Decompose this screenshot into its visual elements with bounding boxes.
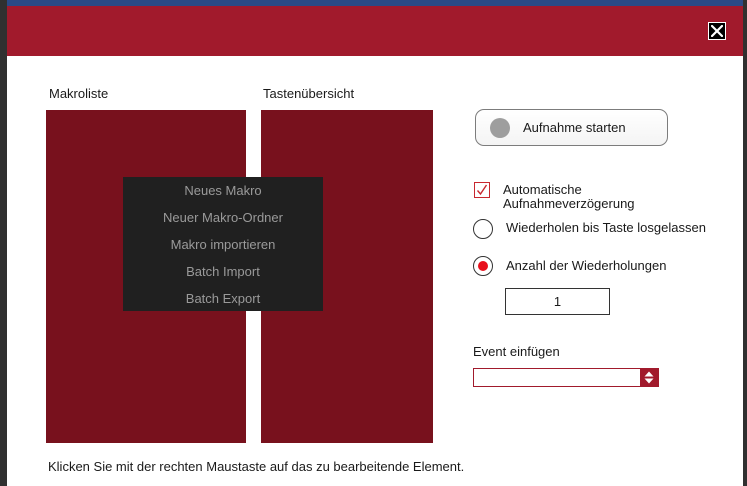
menu-item-batch-import[interactable]: Batch Import	[123, 261, 323, 288]
window-frame-right	[743, 0, 747, 486]
menu-item-import-macro[interactable]: Makro importieren	[123, 234, 323, 261]
auto-delay-checkbox[interactable]	[474, 182, 490, 198]
window-frame-left	[0, 0, 7, 486]
macro-list-label: Makroliste	[49, 86, 109, 101]
record-icon	[490, 118, 510, 138]
menu-item-new-macro-folder[interactable]: Neuer Makro-Ordner	[123, 207, 323, 234]
repeat-count-input[interactable]: 1	[505, 288, 610, 315]
event-select-spinner[interactable]	[640, 369, 658, 386]
up-down-arrows-icon	[644, 371, 654, 384]
start-recording-label: Aufnahme starten	[523, 120, 626, 135]
checkmark-icon	[476, 184, 488, 196]
close-icon	[711, 25, 723, 37]
close-button[interactable]	[708, 22, 726, 40]
event-insert-label: Event einfügen	[473, 344, 560, 359]
context-menu: Neues Makro Neuer Makro-Ordner Makro imp…	[123, 177, 323, 311]
repeat-until-release-radio[interactable]	[473, 219, 493, 239]
repeat-count-radio[interactable]	[473, 256, 493, 276]
footer-hint: Klicken Sie mit der rechten Maustaste au…	[48, 459, 465, 474]
menu-item-new-macro[interactable]: Neues Makro	[123, 180, 323, 207]
radio-selected-dot	[478, 261, 488, 271]
repeat-count-label: Anzahl der Wiederholungen	[506, 258, 667, 273]
macro-editor-window: Makroliste Tastenübersicht Neues Makro N…	[0, 0, 747, 486]
auto-delay-label: Automatische Aufnahmeverzögerung	[503, 182, 635, 211]
start-recording-button[interactable]: Aufnahme starten	[475, 109, 668, 146]
repeat-until-release-label: Wiederholen bis Taste losgelassen	[506, 220, 706, 235]
menu-item-batch-export[interactable]: Batch Export	[123, 288, 323, 315]
title-bar	[7, 6, 743, 56]
key-overview-label: Tastenübersicht	[263, 86, 355, 101]
event-select[interactable]	[473, 368, 659, 387]
